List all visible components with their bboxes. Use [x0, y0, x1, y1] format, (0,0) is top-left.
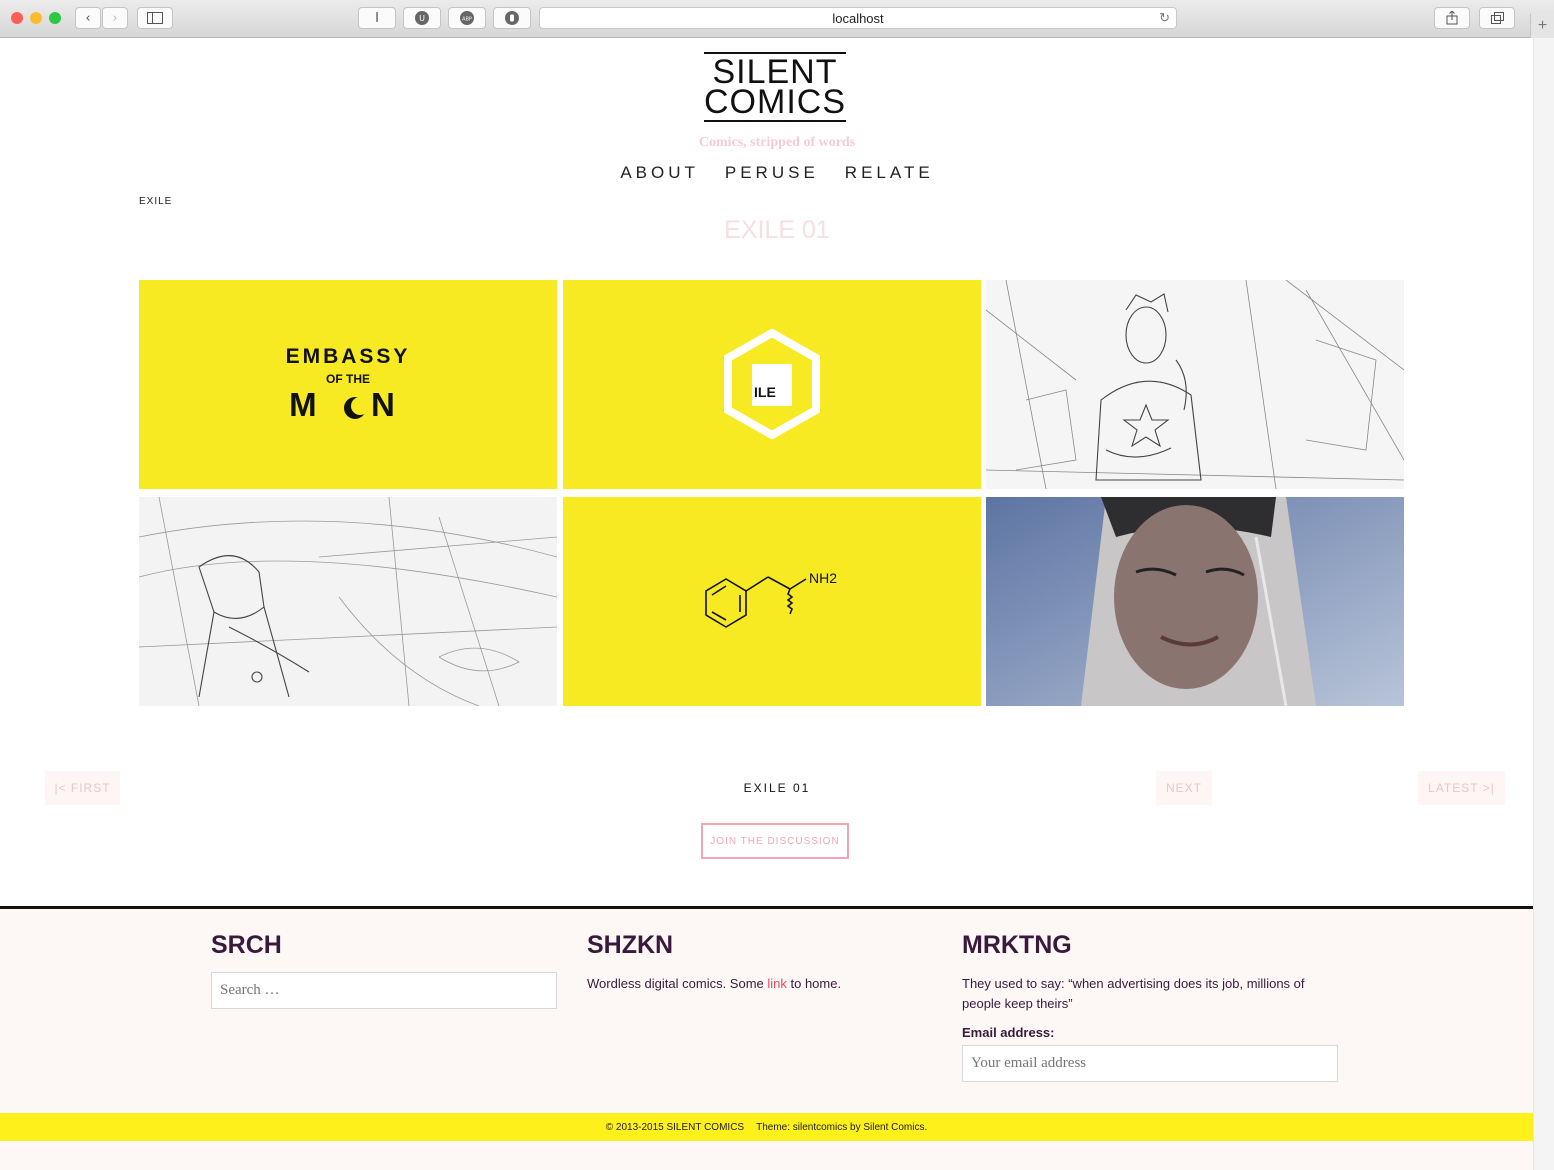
copyright-bar: © 2013-2015 SILENT COMICS Theme: silentc…: [0, 1113, 1533, 1141]
portrait-painting-image: [986, 497, 1404, 706]
close-window-button[interactable]: [11, 12, 23, 24]
exile-badge-text: ILE: [754, 384, 776, 400]
page-title: EXILE 01: [724, 216, 830, 244]
forward-button[interactable]: ›: [102, 7, 128, 29]
join-discussion-button[interactable]: JOIN THE DISCUSSION: [701, 823, 849, 859]
panel-molecule: NH2: [563, 497, 981, 706]
theme-credit[interactable]: Theme: silentcomics by Silent Comics.: [756, 1122, 927, 1133]
logo-line-2: COMICS: [704, 83, 846, 121]
address-bar[interactable]: localhost ↻: [539, 7, 1177, 29]
tabs-overview-button[interactable]: [1479, 7, 1515, 29]
site-logo[interactable]: SILENT COMICS: [704, 52, 846, 122]
plus-icon: +: [1537, 17, 1548, 34]
breadcrumb[interactable]: EXILE: [139, 196, 172, 207]
search-input[interactable]: [211, 972, 557, 1009]
sketch-character-image: [986, 280, 1404, 489]
about-text-before: Wordless digital comics. Some: [587, 976, 768, 991]
site-tagline: Comics, stripped of words: [698, 135, 856, 150]
about-text: Wordless digital comics. Some link to ho…: [587, 974, 841, 994]
adblock-extension-button[interactable]: ABP: [448, 7, 486, 29]
chevron-right-icon: ›: [112, 10, 118, 26]
chevron-left-icon: ‹: [85, 10, 91, 26]
panel-exile-hexagon: ILE: [563, 280, 981, 489]
share-icon: [1446, 11, 1458, 25]
crescent-moon-icon: [344, 397, 367, 419]
about-text-after: to home.: [786, 976, 842, 991]
panel-sketch-character: [986, 280, 1404, 489]
sidebar-button[interactable]: [137, 7, 173, 29]
url-text: localhost: [832, 10, 884, 26]
text-cursor-icon: I: [375, 10, 379, 26]
nav-about[interactable]: ABOUT: [620, 163, 699, 183]
ublock-extension-button[interactable]: U: [403, 7, 441, 29]
sketch-figure-image: [139, 497, 557, 706]
hand-icon: [505, 11, 519, 25]
minimize-window-button[interactable]: [30, 12, 42, 24]
reload-icon[interactable]: ↻: [1159, 10, 1170, 26]
svg-text:ABP: ABP: [462, 17, 472, 23]
search-widget-title: SRCH: [211, 931, 282, 959]
ublock-icon: U: [415, 11, 429, 25]
ghostery-extension-button[interactable]: [493, 7, 531, 29]
panel-sketch-figure: [139, 497, 557, 706]
page-bottom-spacer: [0, 1141, 1533, 1170]
tabs-icon: [1490, 12, 1504, 24]
panel-portrait: [986, 497, 1404, 706]
nav-relate[interactable]: RELATE: [845, 163, 934, 183]
svg-text:U: U: [419, 14, 425, 23]
next-page-button[interactable]: NEXT: [1156, 771, 1212, 805]
sidebar-icon: [147, 12, 163, 24]
main-nav: ABOUT PERUSE RELATE: [0, 163, 1554, 183]
email-label: Email address:: [962, 1025, 1055, 1040]
back-button[interactable]: ‹: [75, 7, 101, 29]
about-widget-title: SHZKN: [587, 931, 674, 959]
panel-embassy-of-the-moon: EMBASSY OF THE M N: [139, 280, 557, 489]
latest-page-button[interactable]: LATEST >|: [1418, 771, 1505, 805]
embassy-title: EMBASSY: [285, 345, 411, 368]
copyright-text: © 2013-2015 SILENT COMICS: [605, 1121, 745, 1133]
home-link[interactable]: link: [767, 976, 787, 991]
marketing-text: They used to say: “when advertising does…: [962, 976, 1305, 1011]
page-scrollbar[interactable]: [1533, 38, 1554, 1170]
current-page-label: EXILE 01: [743, 781, 811, 795]
nav-peruse[interactable]: PERUSE: [725, 163, 819, 183]
zoom-window-button[interactable]: [49, 12, 61, 24]
browser-toolbar: ‹ › I U ABP localhost ↻ +: [0, 0, 1554, 38]
site-footer: SRCH SHZKN Wordless digital comics. Some…: [0, 906, 1533, 1113]
new-tab-button[interactable]: +: [1530, 14, 1554, 38]
adblock-icon: ABP: [460, 11, 474, 25]
email-input[interactable]: [962, 1045, 1338, 1082]
marketing-widget-title: MRKTNG: [962, 931, 1072, 959]
embassy-subtitle: OF THE: [326, 372, 370, 386]
share-button[interactable]: [1434, 7, 1470, 29]
reader-extension-button[interactable]: I: [358, 7, 396, 29]
molecule-label: NH2: [809, 570, 838, 586]
